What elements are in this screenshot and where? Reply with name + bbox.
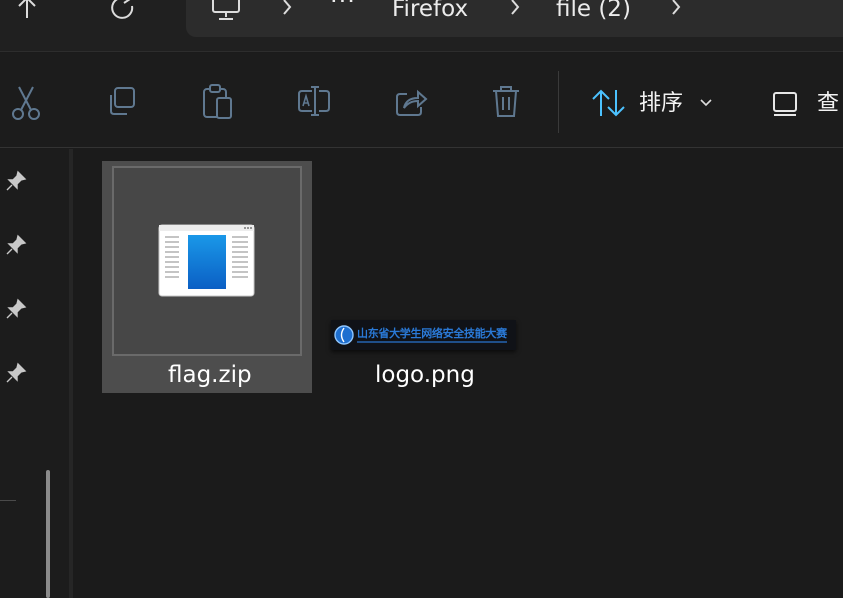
this-pc-icon[interactable] [210,0,242,22]
breadcrumb-firefox[interactable]: Firefox [392,0,468,22]
view-label[interactable]: 查 [817,91,839,117]
sort-label[interactable]: 排序 [639,91,683,117]
paste-icon[interactable] [201,84,235,120]
cut-icon[interactable] [10,85,42,121]
file-name-logo-png[interactable]: logo.png [375,362,475,388]
navigation-pane [0,149,70,598]
chevron-right-icon[interactable] [508,0,522,16]
copy-icon[interactable] [106,86,138,118]
pin-icon[interactable] [5,234,27,256]
more-breadcrumbs-button[interactable]: ··· [330,0,356,14]
chevron-down-icon[interactable] [699,98,713,108]
file-name-flag-zip[interactable]: flag.zip [168,362,252,388]
sidebar-scrollbar[interactable] [46,470,50,598]
rename-icon[interactable] [296,86,332,118]
zip-file-icon [158,224,255,297]
view-checkbox-icon[interactable] [772,91,800,117]
toolbar-divider [558,71,559,133]
logo-emblem-icon [334,325,354,345]
chevron-right-icon[interactable] [280,0,294,16]
pin-icon[interactable] [5,170,27,192]
logo-subline [357,341,507,343]
pane-splitter[interactable] [69,149,73,598]
chevron-right-icon[interactable] [669,0,683,16]
command-bar: 排序 查 [0,53,843,148]
logo-text: 山东省大学生网络安全技能大赛 [357,327,507,340]
address-bar-region: ··· Firefox file (2) [0,0,843,52]
pin-icon[interactable] [5,298,27,320]
share-icon[interactable] [394,86,428,118]
refresh-icon[interactable] [110,0,138,20]
delete-icon[interactable] [490,84,522,120]
sidebar-separator [0,500,16,501]
breadcrumb-file-2[interactable]: file (2) [556,0,631,22]
image-thumbnail: 山东省大学生网络安全技能大赛 [331,320,516,350]
sort-icon[interactable] [591,88,627,118]
up-arrow-icon[interactable] [14,0,40,20]
file-item-logo-png[interactable] [326,161,524,393]
pin-icon[interactable] [5,362,27,384]
